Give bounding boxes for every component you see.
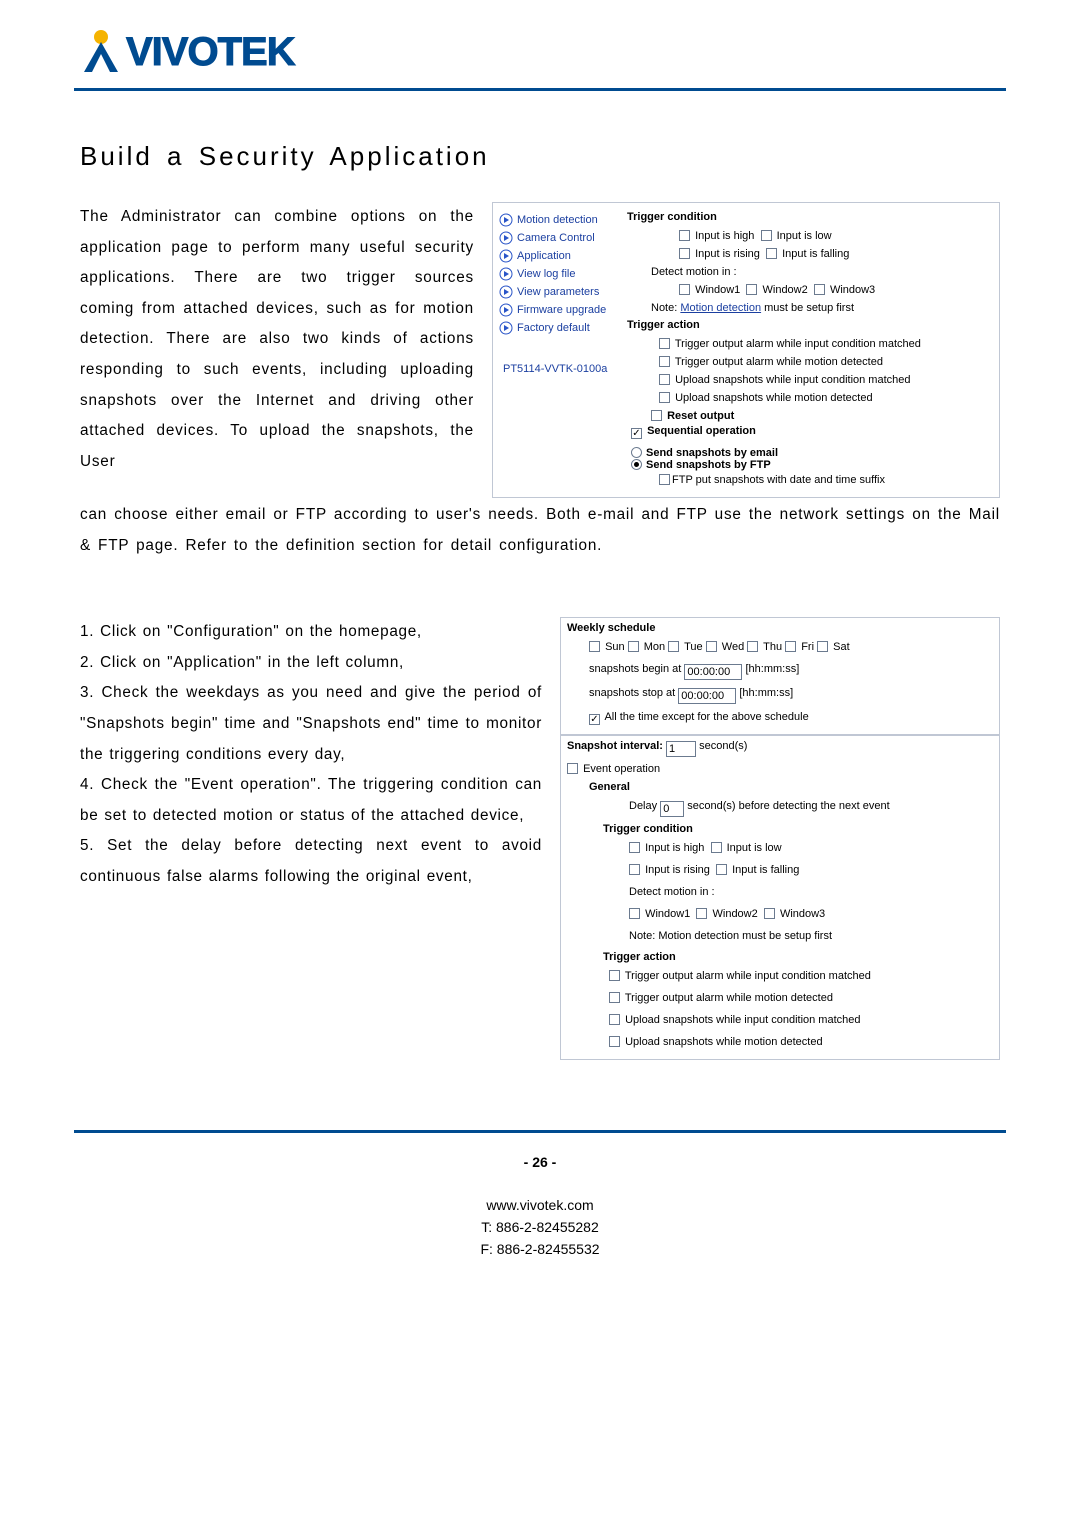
nav-view-log-file[interactable]: View log file <box>499 267 623 281</box>
chk-input-high-2[interactable] <box>629 842 640 853</box>
arrow-icon <box>499 303 513 317</box>
chk-ta3[interactable] <box>659 374 670 385</box>
arrow-icon <box>499 321 513 335</box>
chk-ta4-2[interactable] <box>609 1036 620 1047</box>
footer-fax: F: 886-2-82455532 <box>80 1238 1000 1260</box>
chk-window1-2[interactable] <box>629 908 640 919</box>
logo: VIVOTEK <box>80 0 1000 84</box>
weekly-schedule-header: Weekly schedule <box>561 618 999 636</box>
weekday-row: Sun Mon Tue Wed Thu Fri Sat <box>561 636 999 658</box>
radio-ftp[interactable] <box>631 459 642 470</box>
logo-text: VIVOTEK <box>126 30 295 75</box>
detect-motion-label: Detect motion in : <box>651 263 991 281</box>
step-1: 1. Click on "Configuration" on the homep… <box>80 617 542 648</box>
nav-motion-detection[interactable]: Motion detection <box>499 213 623 227</box>
chk-sequential[interactable] <box>631 428 642 439</box>
chk-input-low[interactable] <box>761 230 772 241</box>
chk-all-time[interactable] <box>589 714 600 725</box>
chk-thu[interactable] <box>747 641 758 652</box>
step-2: 2. Click on "Application" in the left co… <box>80 648 542 679</box>
chk-fri[interactable] <box>785 641 796 652</box>
config-panel-2: Weekly schedule Sun Mon Tue Wed Thu Fri … <box>560 617 1000 1060</box>
trigger-action-header-2: Trigger action <box>561 947 999 965</box>
chk-reset-output[interactable] <box>651 410 662 421</box>
chk-mon[interactable] <box>628 641 639 652</box>
nav-application[interactable]: Application <box>499 249 623 263</box>
chk-window3[interactable] <box>814 284 825 295</box>
arrow-icon <box>499 285 513 299</box>
intro-paragraph-1: The Administrator can combine options on… <box>80 202 474 498</box>
intro-paragraph-2: can choose either email or FTP according… <box>80 500 1000 561</box>
chk-event-operation[interactable] <box>567 763 578 774</box>
nav-view-parameters[interactable]: View parameters <box>499 285 623 299</box>
page-title: Build a Security Application <box>80 141 1000 172</box>
footer: - 26 - www.vivotek.com T: 886-2-82455282… <box>80 1151 1000 1261</box>
delay-input[interactable]: 0 <box>660 801 684 817</box>
step-5: 5. Set the delay before detecting next e… <box>80 831 542 892</box>
chk-input-high[interactable] <box>679 230 690 241</box>
arrow-icon <box>499 231 513 245</box>
page-number: - 26 - <box>80 1151 1000 1173</box>
footer-tel: T: 886-2-82455282 <box>80 1216 1000 1238</box>
chk-input-low-2[interactable] <box>711 842 722 853</box>
chk-tue[interactable] <box>668 641 679 652</box>
chk-input-falling[interactable] <box>766 248 777 259</box>
radio-email[interactable] <box>631 447 642 458</box>
chk-window3-2[interactable] <box>764 908 775 919</box>
chk-input-rising-2[interactable] <box>629 864 640 875</box>
step-4: 4. Check the "Event operation". The trig… <box>80 770 542 831</box>
nav-firmware-upgrade[interactable]: Firmware upgrade <box>499 303 623 317</box>
chk-ftp-date-suffix[interactable] <box>659 474 670 485</box>
chk-ta4[interactable] <box>659 392 670 403</box>
nav-camera-control[interactable]: Camera Control <box>499 231 623 245</box>
chk-ta3-2[interactable] <box>609 1014 620 1025</box>
footer-rule <box>74 1130 1006 1133</box>
config-panel-1: Motion detection Camera Control Applicat… <box>492 202 1000 498</box>
arrow-icon <box>499 267 513 281</box>
chk-input-falling-2[interactable] <box>716 864 727 875</box>
trigger-action-header: Trigger action <box>627 319 991 331</box>
model-label: PT5114-VVTK-0100a <box>503 363 623 375</box>
motion-detection-link[interactable]: Motion detection <box>680 302 761 314</box>
config-nav: Motion detection Camera Control Applicat… <box>493 203 623 497</box>
nav-factory-default[interactable]: Factory default <box>499 321 623 335</box>
steps-column: 1. Click on "Configuration" on the homep… <box>80 617 542 1060</box>
footer-url: www.vivotek.com <box>80 1194 1000 1216</box>
chk-window2-2[interactable] <box>696 908 707 919</box>
chk-sun[interactable] <box>589 641 600 652</box>
general-header: General <box>561 777 999 795</box>
chk-ta2-2[interactable] <box>609 992 620 1003</box>
panel1-body: Trigger condition Input is high Input is… <box>623 203 999 497</box>
chk-wed[interactable] <box>706 641 717 652</box>
snapshots-stop-input[interactable]: 00:00:00 <box>678 688 736 704</box>
chk-ta2[interactable] <box>659 356 670 367</box>
arrow-icon <box>499 249 513 263</box>
logo-mark <box>80 28 122 76</box>
chk-ta1[interactable] <box>659 338 670 349</box>
trigger-condition-header-2: Trigger condition <box>561 819 999 837</box>
snapshot-interval-row: Snapshot interval: 1 second(s) <box>561 734 999 759</box>
step-3: 3. Check the weekdays as you need and gi… <box>80 678 542 770</box>
trigger-condition-header: Trigger condition <box>627 211 991 223</box>
chk-window1[interactable] <box>679 284 690 295</box>
chk-ta1-2[interactable] <box>609 970 620 981</box>
chk-sat[interactable] <box>817 641 828 652</box>
snapshots-begin-input[interactable]: 00:00:00 <box>684 664 742 680</box>
chk-window2[interactable] <box>746 284 757 295</box>
arrow-icon <box>499 213 513 227</box>
motion-detection-link-2[interactable]: Motion detection <box>658 930 739 942</box>
snapshot-interval-input[interactable]: 1 <box>666 741 696 757</box>
chk-input-rising[interactable] <box>679 248 690 259</box>
header-rule <box>74 88 1006 91</box>
